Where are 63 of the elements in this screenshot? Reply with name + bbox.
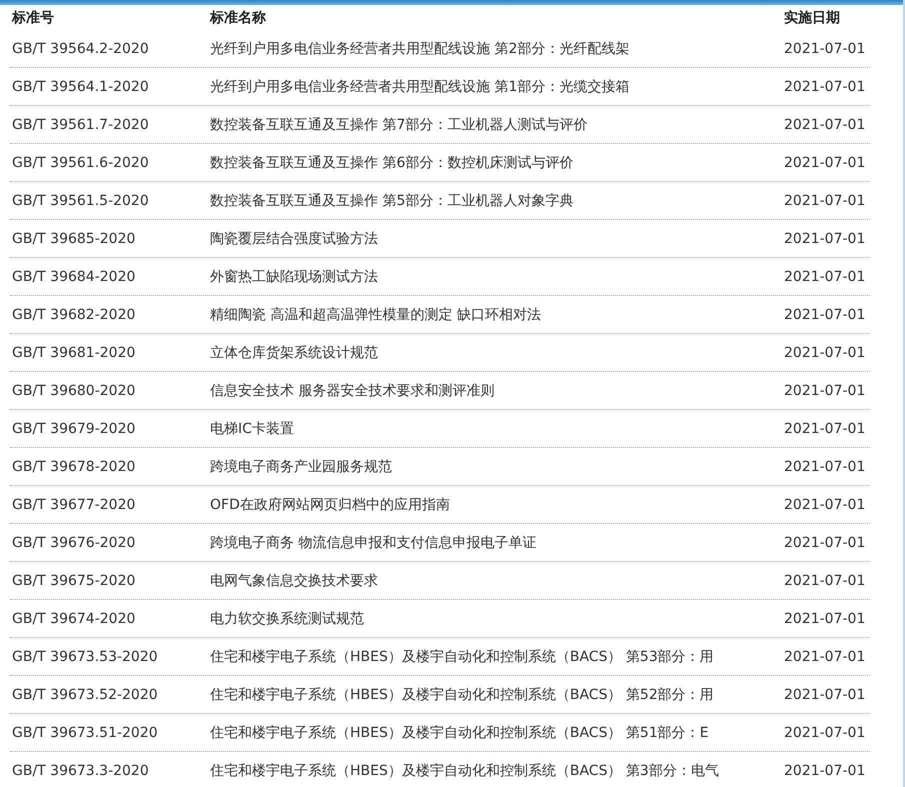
effective-date: 2021-07-01 [783, 192, 866, 208]
standard-name: 住宅和楼宇电子系统（HBES）及楼宇自动化和控制系统（BACS） 第51部分：E [209, 724, 710, 742]
standard-number: GB/T 39564.1-2020 [11, 78, 150, 94]
effective-date: 2021-07-01 [783, 344, 866, 360]
standard-number: GB/T 39561.7-2020 [11, 116, 150, 132]
effective-date: 2021-07-01 [783, 724, 866, 740]
standard-name: 跨境电子商务 物流信息申报和支付信息申报电子单证 [209, 534, 538, 552]
standard-name: 立体仓库货架系统设计规范 [209, 344, 379, 362]
effective-date: 2021-07-01 [783, 40, 866, 56]
standard-name: 光纤到户用多电信业务经营者共用型配线设施 第1部分：光缆交接箱 [209, 78, 630, 96]
standard-number: GB/T 39682-2020 [11, 306, 136, 322]
effective-date: 2021-07-01 [783, 116, 866, 132]
standard-name: 陶瓷覆层结合强度试验方法 [209, 230, 379, 248]
standard-number: GB/T 39685-2020 [11, 230, 136, 246]
effective-date: 2021-07-01 [783, 382, 866, 398]
standard-number: GB/T 39561.6-2020 [11, 154, 150, 170]
standard-name: 数控装备互联互通及互操作 第5部分：工业机器人对象字典 [209, 192, 574, 210]
effective-date: 2021-07-01 [783, 268, 866, 284]
effective-date: 2021-07-01 [783, 496, 866, 512]
column-header: 标准号 [10, 8, 55, 26]
standard-name: 数控装备互联互通及互操作 第6部分：数控机床测试与评价 [209, 154, 574, 172]
standard-name: 数控装备互联互通及互操作 第7部分：工业机器人测试与评价 [209, 116, 588, 134]
standard-number: GB/T 39564.2-2020 [11, 40, 150, 56]
standard-name: 电梯IC卡装置 [209, 420, 295, 438]
standard-number: GB/T 39678-2020 [11, 458, 136, 474]
standard-number: GB/T 39561.5-2020 [11, 192, 150, 208]
standard-name: 住宅和楼宇电子系统（HBES）及楼宇自动化和控制系统（BACS） 第3部分：电气 [209, 762, 720, 780]
effective-date: 2021-07-01 [783, 686, 866, 702]
effective-date: 2021-07-01 [783, 534, 866, 550]
standard-number: GB/T 39680-2020 [11, 382, 136, 398]
standard-number: GB/T 39681-2020 [11, 344, 136, 360]
standard-number: GB/T 39679-2020 [11, 420, 136, 436]
standard-number: GB/T 39674-2020 [11, 610, 136, 626]
effective-date: 2021-07-01 [783, 78, 866, 94]
standard-number: GB/T 39673.3-2020 [11, 762, 150, 778]
effective-date: 2021-07-01 [783, 230, 866, 246]
standard-number: GB/T 39673.53-2020 [11, 648, 159, 664]
standard-number: GB/T 39684-2020 [11, 268, 136, 284]
column-header: 标准名称 [208, 8, 267, 26]
standard-name: 跨境电子商务产业园服务规范 [209, 458, 393, 476]
effective-date: 2021-07-01 [783, 306, 866, 322]
standard-name: 住宅和楼宇电子系统（HBES）及楼宇自动化和控制系统（BACS） 第52部分：用 [209, 686, 715, 704]
standard-number: GB/T 39673.52-2020 [11, 686, 159, 702]
column-header: 实施日期 [783, 8, 841, 26]
effective-date: 2021-07-01 [783, 458, 866, 474]
effective-date: 2021-07-01 [783, 648, 866, 664]
standard-name: 住宅和楼宇电子系统（HBES）及楼宇自动化和控制系统（BACS） 第53部分：用 [209, 648, 715, 666]
standard-number: GB/T 39673.51-2020 [11, 724, 159, 740]
standard-name: 外窗热工缺陷现场测试方法 [209, 268, 379, 286]
effective-date: 2021-07-01 [783, 572, 866, 588]
standard-name: 电网气象信息交换技术要求 [209, 572, 379, 590]
effective-date: 2021-07-01 [783, 610, 866, 626]
standard-number: GB/T 39675-2020 [11, 572, 136, 588]
standard-name: 精细陶瓷 高温和超高温弹性模量的测定 缺口环相对法 [209, 306, 542, 324]
effective-date: 2021-07-01 [783, 762, 866, 778]
standard-number: GB/T 39676-2020 [11, 534, 136, 550]
effective-date: 2021-07-01 [783, 420, 866, 436]
effective-date: 2021-07-01 [783, 154, 866, 170]
standard-name: 信息安全技术 服务器安全技术要求和测评准则 [209, 382, 496, 400]
standard-name: 光纤到户用多电信业务经营者共用型配线设施 第2部分：光纤配线架 [209, 40, 630, 58]
standard-name: 电力软交换系统测试规范 [209, 610, 365, 628]
standard-number: GB/T 39677-2020 [11, 496, 136, 512]
standard-name: OFD在政府网站网页归档中的应用指南 [209, 496, 451, 514]
